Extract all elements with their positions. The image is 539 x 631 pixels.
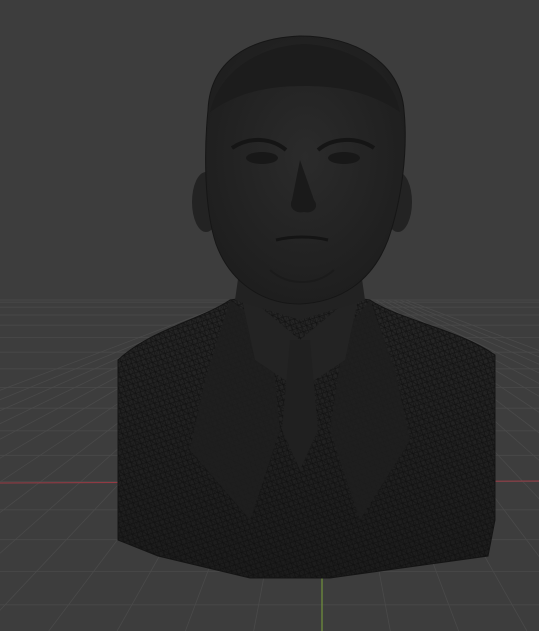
bust-mesh[interactable] [110, 35, 500, 590]
viewport-canvas[interactable] [0, 0, 539, 631]
3d-viewport[interactable] [0, 0, 539, 631]
bust-eye-left [246, 152, 278, 164]
bust-eye-right [328, 152, 360, 164]
